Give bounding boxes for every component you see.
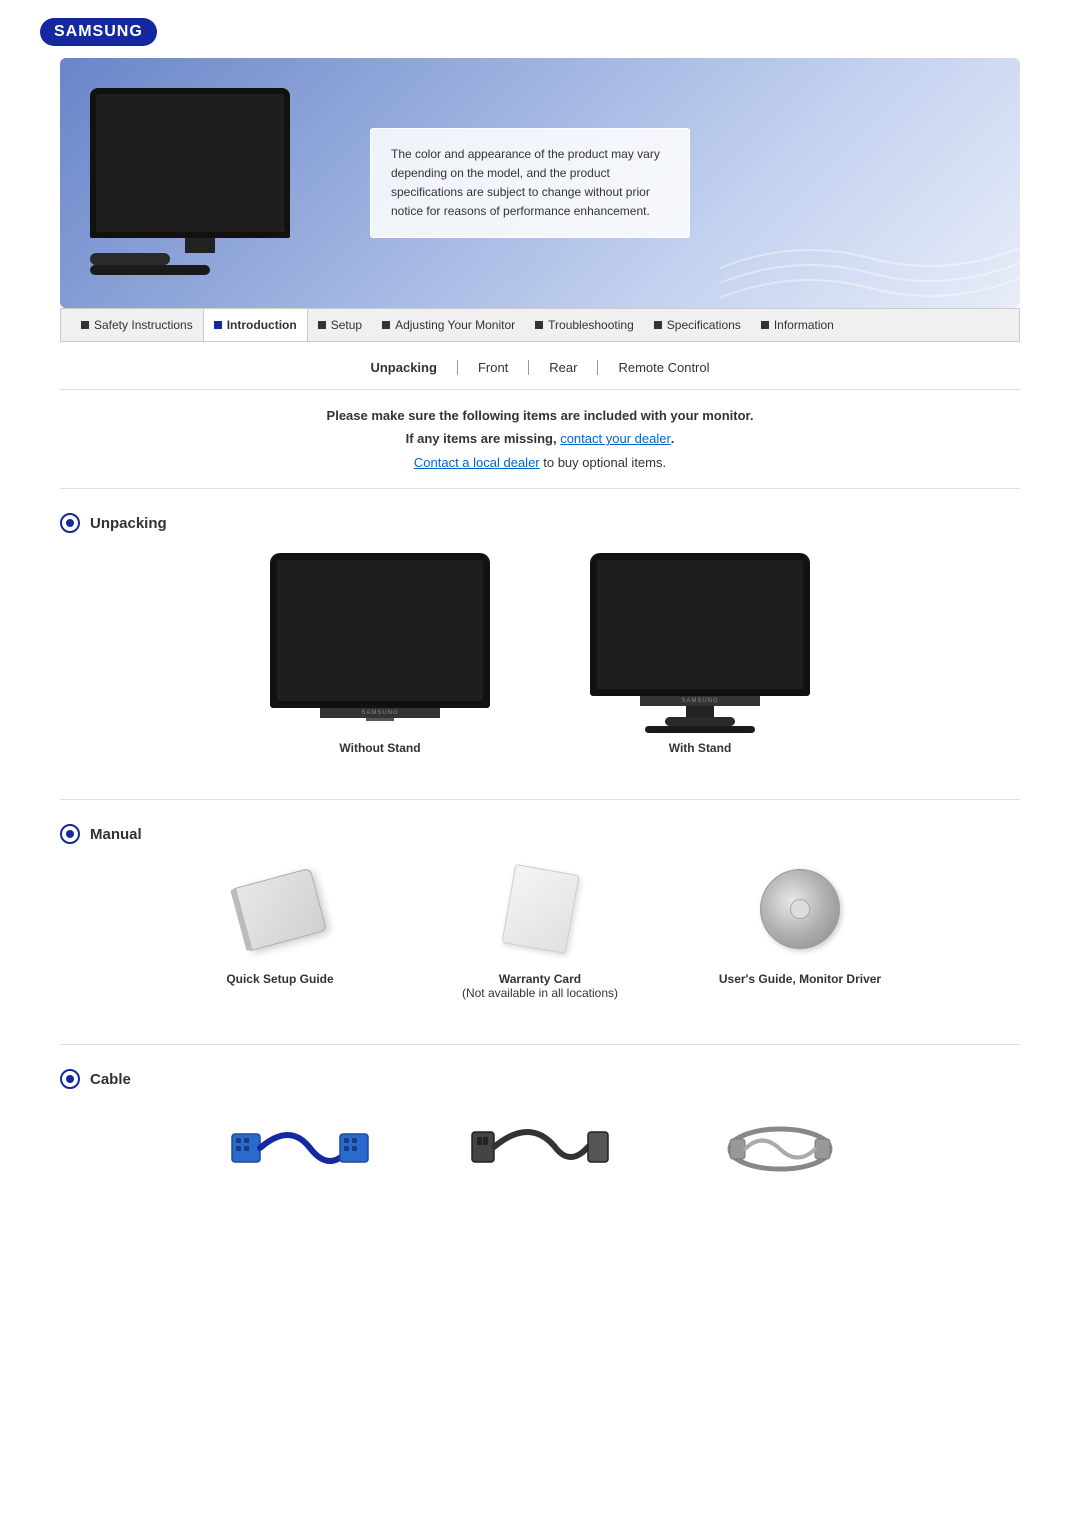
intro-period: . [671,431,675,446]
nav-label-safety: Safety Instructions [94,318,193,332]
sub-nav-remote-control[interactable]: Remote Control [598,360,729,375]
divider-4 [60,1044,1020,1045]
nav-item-safety[interactable]: Safety Instructions [71,309,203,341]
nav-label-information: Information [774,318,834,332]
nav-bullet-specifications [654,321,662,329]
sub-nav-unpacking[interactable]: Unpacking [350,360,457,375]
without-stand-label: Without Stand [339,741,420,755]
monitor-with-stand-img: SAMSUNG [580,553,820,733]
divider-3 [60,799,1020,800]
manual-item-cd: User's Guide, Monitor Driver [700,864,900,1000]
dvi-cable-icon [230,1109,370,1189]
nav-bullet-introduction [214,321,222,329]
nav-bullet-adjusting [382,321,390,329]
power-cable-svg [470,1112,610,1187]
intro-line3: Contact a local dealer to buy optional i… [60,451,1020,474]
dvi-cable-svg [230,1112,370,1187]
adapter-svg [710,1112,850,1187]
local-dealer-link[interactable]: Contact a local dealer [414,455,540,470]
cable-section: Cable [60,1059,1020,1219]
unpacking-header: Unpacking [60,513,1020,533]
intro-text-block: Please make sure the following items are… [60,404,1020,474]
warranty-icon [490,864,590,954]
intro-strong-line1: Please make sure the following items are… [327,408,754,423]
power-cable-icon [470,1109,610,1189]
quick-setup-icon [230,864,330,954]
nav-item-information[interactable]: Information [751,309,844,341]
intro-line1: Please make sure the following items are… [60,404,1020,427]
nav-bullet-safety [81,321,89,329]
cable-section-icon-inner [66,1075,74,1083]
cable-item-adapter [690,1109,870,1189]
manual-grid: Quick Setup Guide Warranty Card(Not avai… [60,864,1020,1000]
hero-monitor-illustration [90,88,310,278]
unpacking-grid: SAMSUNG Without Stand SAMSUNG With Stand [60,553,1020,755]
cd-disc-shape [760,869,840,949]
nav-bullet-setup [318,321,326,329]
cable-header: Cable [60,1069,1020,1089]
hero-notice-box: The color and appearance of the product … [370,128,690,239]
nav-bullet-information [761,321,769,329]
cd-icon [750,864,850,954]
adapter-icon [710,1109,850,1189]
page-header: SAMSUNG [0,0,1080,58]
divider-2 [60,488,1020,489]
manual-item-quick-setup: Quick Setup Guide [180,864,380,1000]
cable-title: Cable [90,1071,131,1088]
divider-1 [60,389,1020,390]
intro-line2: If any items are missing, contact your d… [60,427,1020,450]
unpacking-icon [60,513,80,533]
with-stand-label: With Stand [669,741,732,755]
intro-line3-suffix: to buy optional items. [540,455,666,470]
hero-banner: The color and appearance of the product … [60,58,1020,308]
cable-grid [60,1109,1020,1189]
samsung-logo: SAMSUNG [40,18,157,46]
cable-section-icon [60,1069,80,1089]
unpacking-icon-inner [66,519,74,527]
nav-item-introduction[interactable]: Introduction [203,309,308,341]
unpacking-item-without-stand: SAMSUNG Without Stand [260,553,500,755]
manual-section: Manual Quick Setup Guide Warranty Card(N… [60,814,1020,1030]
nav-item-troubleshooting[interactable]: Troubleshooting [525,309,644,341]
quick-setup-label: Quick Setup Guide [226,972,333,986]
manual-icon [60,824,80,844]
nav-label-specifications: Specifications [667,318,741,332]
sub-nav-front[interactable]: Front [458,360,529,375]
manual-title: Manual [90,826,142,843]
unpacking-title: Unpacking [90,515,167,532]
nav-label-adjusting: Adjusting Your Monitor [395,318,515,332]
cable-item-dvi [210,1109,390,1189]
monitor-without-stand-img: SAMSUNG [260,553,500,733]
warranty-card-shape [501,864,579,954]
cable-item-power [450,1109,630,1189]
contact-dealer-link[interactable]: contact your dealer [560,431,671,446]
unpacking-section: Unpacking SAMSUNG Without Stand [60,503,1020,785]
nav-label-troubleshooting: Troubleshooting [548,318,634,332]
nav-item-adjusting[interactable]: Adjusting Your Monitor [372,309,525,341]
cd-label: User's Guide, Monitor Driver [719,972,881,986]
main-nav: Safety Instructions Introduction Setup A… [60,308,1020,342]
warranty-label: Warranty Card(Not available in all locat… [462,972,618,1000]
nav-bullet-troubleshooting [535,321,543,329]
manual-icon-inner [66,830,74,838]
nav-label-setup: Setup [331,318,362,332]
manual-header: Manual [60,824,1020,844]
booklet-shape [233,867,327,950]
nav-label-introduction: Introduction [227,318,297,332]
monitor-screen [90,88,290,238]
sub-nav: Unpacking Front Rear Remote Control [60,360,1020,375]
manual-item-warranty: Warranty Card(Not available in all locat… [440,864,640,1000]
intro-strong-line2: If any items are missing, [406,431,561,446]
nav-item-setup[interactable]: Setup [308,309,372,341]
unpacking-item-with-stand: SAMSUNG With Stand [580,553,820,755]
nav-item-specifications[interactable]: Specifications [644,309,751,341]
hero-notice-text: The color and appearance of the product … [391,147,660,219]
sub-nav-rear[interactable]: Rear [529,360,598,375]
hero-decoration [720,188,1020,308]
